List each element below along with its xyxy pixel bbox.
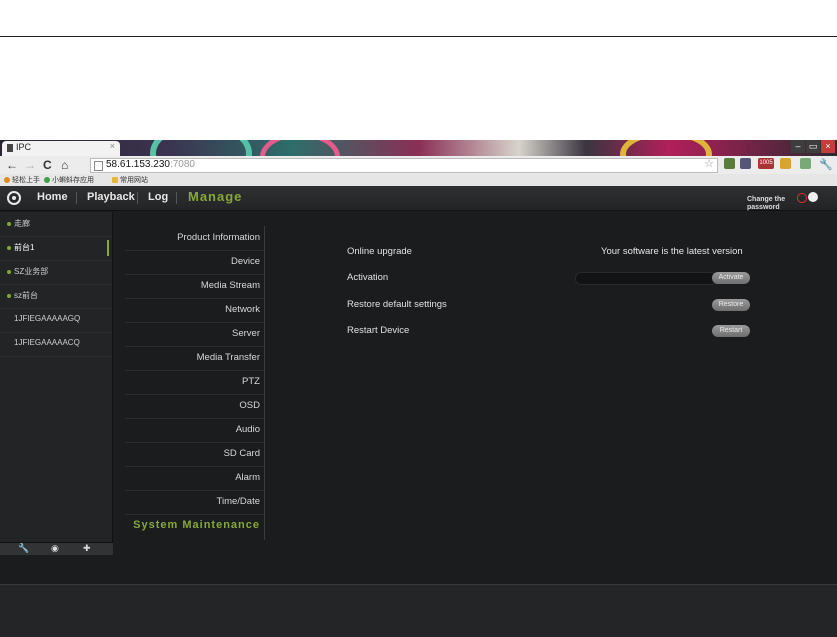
window-controls: – ▭ × bbox=[790, 140, 835, 154]
menu-ptz[interactable]: PTZ bbox=[125, 370, 264, 395]
activate-button[interactable]: Activate bbox=[712, 272, 750, 284]
online-upgrade-label: Online upgrade bbox=[347, 246, 412, 257]
device-list: 走廊 前台1 SZ业务部 sz前台 1JFIEGAAAAAGQ 1JFIEGAA… bbox=[0, 212, 113, 542]
device-item[interactable]: SZ业务部 bbox=[0, 260, 112, 285]
online-dot bbox=[7, 294, 11, 298]
mail-icon[interactable] bbox=[740, 158, 751, 169]
change-password-link[interactable]: Change the password bbox=[747, 196, 791, 212]
user-icon[interactable] bbox=[808, 192, 818, 202]
nav-divider bbox=[176, 192, 177, 204]
home-icon[interactable]: ⌂ bbox=[61, 157, 68, 173]
power-icon[interactable] bbox=[797, 193, 807, 203]
signal-icon[interactable] bbox=[724, 158, 735, 169]
screenshot-window: IPC × – ▭ × ← → C ⌂ 58.61.153.230:7080 ☆… bbox=[0, 140, 837, 637]
menu-alarm[interactable]: Alarm bbox=[125, 466, 264, 491]
menu-media-stream[interactable]: Media Stream bbox=[125, 274, 264, 299]
restore-button[interactable]: Restore bbox=[712, 299, 750, 311]
url-text: 58.61.153.230:7080 bbox=[106, 159, 195, 170]
page-divider bbox=[0, 36, 837, 37]
bookmark-item[interactable]: 小蝌蚪存应用 bbox=[44, 175, 94, 185]
device-item[interactable]: 1JFIEGAAAAAGQ bbox=[0, 308, 112, 333]
restart-button[interactable]: Restart bbox=[712, 325, 750, 337]
nav-log[interactable]: Log bbox=[148, 191, 168, 203]
nav-playback[interactable]: Playback bbox=[87, 191, 135, 203]
nav-manage[interactable]: Manage bbox=[188, 189, 242, 204]
search-icon[interactable]: ◉ bbox=[51, 543, 59, 554]
menu-media-transfer[interactable]: Media Transfer bbox=[125, 346, 264, 371]
bookmark-item[interactable]: 轻松上手 bbox=[4, 175, 40, 185]
wrench-icon[interactable]: 🔧 bbox=[819, 157, 833, 173]
address-bar[interactable]: 58.61.153.230:7080 ☆ bbox=[90, 158, 718, 173]
menu-time-date[interactable]: Time/Date bbox=[125, 490, 264, 515]
menu-system-maintenance[interactable]: System Maintenance bbox=[125, 514, 264, 538]
online-dot bbox=[7, 270, 11, 274]
bookmark-star-icon[interactable]: ☆ bbox=[704, 157, 714, 170]
reload-icon[interactable]: C bbox=[43, 157, 52, 173]
nav-home[interactable]: Home bbox=[37, 191, 68, 203]
app-header: Home Playback Log Manage Change the pass… bbox=[0, 186, 837, 211]
device-item[interactable]: 1JFIEGAAAAACQ bbox=[0, 332, 112, 357]
activation-label: Activation bbox=[347, 272, 389, 283]
online-dot bbox=[7, 222, 11, 226]
menu-sd-card[interactable]: SD Card bbox=[125, 442, 264, 467]
extension-icon[interactable] bbox=[800, 158, 811, 169]
settings-menu: Product Information Device Media Stream … bbox=[125, 226, 265, 540]
online-dot bbox=[7, 246, 11, 250]
menu-network[interactable]: Network bbox=[125, 298, 264, 323]
menu-product-information[interactable]: Product Information bbox=[125, 226, 264, 251]
page-icon bbox=[94, 161, 103, 171]
extension-icon[interactable] bbox=[780, 158, 791, 169]
menu-device[interactable]: Device bbox=[125, 250, 264, 275]
settings-icon[interactable]: 🔧 bbox=[18, 543, 29, 554]
theme-art bbox=[150, 140, 252, 156]
bookmarks-bar: 轻松上手 小蝌蚪存应用 常用网站 bbox=[0, 174, 837, 186]
close-icon[interactable]: × bbox=[821, 140, 835, 153]
minimize-icon[interactable]: – bbox=[791, 140, 805, 153]
browser-tab[interactable]: IPC × bbox=[2, 141, 120, 156]
restart-label: Restart Device bbox=[347, 325, 410, 336]
nav-divider bbox=[76, 192, 77, 204]
device-item[interactable]: sz前台 bbox=[0, 284, 112, 309]
tab-close-icon[interactable]: × bbox=[110, 141, 115, 151]
forward-icon[interactable]: → bbox=[24, 157, 36, 173]
device-item-selected[interactable]: 前台1 bbox=[0, 236, 112, 261]
upgrade-status-text: Your software is the latest version bbox=[601, 246, 743, 257]
page-icon bbox=[7, 144, 13, 152]
nav-divider bbox=[137, 192, 138, 204]
menu-audio[interactable]: Audio bbox=[125, 418, 264, 443]
device-item[interactable]: 走廊 bbox=[0, 212, 112, 237]
restore-label: Restore default settings bbox=[347, 299, 447, 310]
menu-osd[interactable]: OSD bbox=[125, 394, 264, 419]
theme-art bbox=[260, 140, 340, 156]
device-toolbar: 🔧 ◉ ✚ bbox=[0, 542, 113, 555]
bottom-panel bbox=[0, 584, 837, 637]
browser-tab-strip: IPC × – ▭ × bbox=[0, 140, 837, 156]
browser-toolbar: ← → C ⌂ 58.61.153.230:7080 ☆ 1005 🔧 bbox=[0, 156, 837, 174]
app-logo-icon bbox=[7, 191, 21, 205]
notification-badge[interactable]: 1005 bbox=[758, 158, 774, 169]
add-icon[interactable]: ✚ bbox=[83, 543, 91, 554]
theme-art bbox=[620, 140, 712, 156]
tab-title: IPC bbox=[16, 142, 32, 152]
maximize-icon[interactable]: ▭ bbox=[806, 140, 820, 153]
activation-code-field[interactable] bbox=[575, 272, 717, 285]
bookmark-folder[interactable]: 常用网站 bbox=[112, 175, 148, 185]
back-icon[interactable]: ← bbox=[6, 157, 18, 173]
menu-server[interactable]: Server bbox=[125, 322, 264, 347]
